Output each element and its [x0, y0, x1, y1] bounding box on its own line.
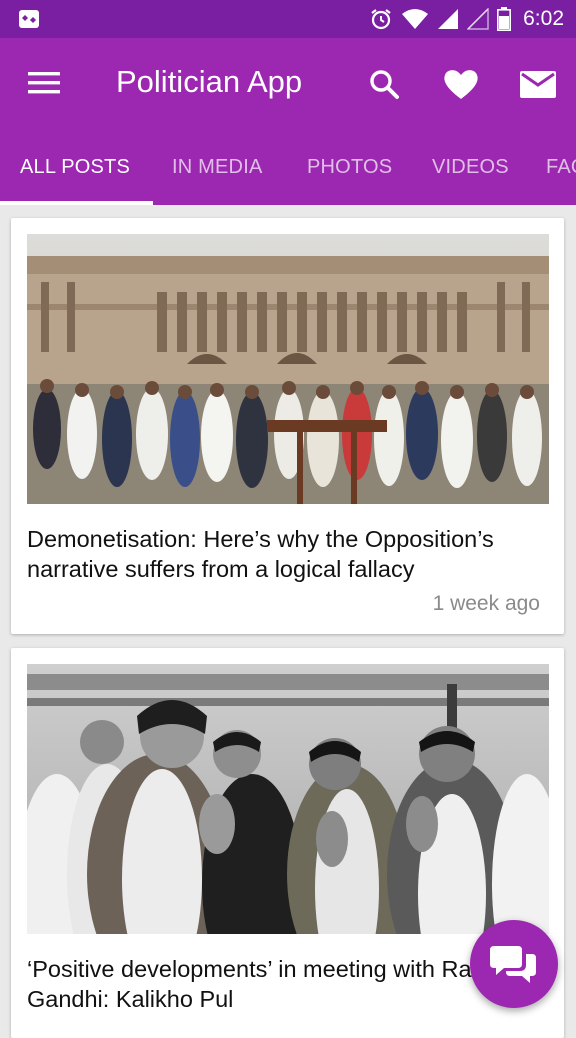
notification-app-icon	[19, 10, 39, 28]
chat-fab[interactable]	[470, 920, 558, 1008]
tab-videos[interactable]: VIDEOS	[432, 156, 509, 179]
tab-bar: ALL POSTS IN MEDIA PHOTOS VIDEOS FAQ	[0, 128, 576, 205]
tab-in-media[interactable]: IN MEDIA	[172, 156, 263, 179]
signal-empty-icon	[467, 8, 489, 30]
post-time: 1 week ago	[432, 592, 540, 615]
tab-faq[interactable]: FAQ	[546, 156, 576, 179]
app-title: Politician App	[116, 64, 303, 99]
tab-all-posts[interactable]: ALL POSTS	[20, 156, 130, 179]
post-image[interactable]	[27, 234, 549, 504]
status-bar: 6:02	[0, 0, 576, 38]
tab-photos[interactable]: PHOTOS	[307, 156, 392, 179]
wifi-icon	[402, 9, 429, 29]
mail-icon[interactable]	[518, 64, 558, 104]
heart-icon[interactable]	[441, 64, 481, 104]
post-image[interactable]	[27, 664, 549, 934]
search-icon[interactable]	[364, 64, 404, 104]
alarm-icon	[371, 9, 391, 30]
chat-icon	[490, 946, 536, 983]
menu-icon[interactable]	[28, 70, 62, 96]
status-time: 6:02	[523, 7, 564, 30]
post-headline[interactable]: ‘Positive developments’ in meeting with …	[27, 954, 547, 1014]
app-bar: Politician App	[0, 38, 576, 128]
post-card[interactable]: Demonetisation: Here’s why the Oppositio…	[11, 218, 564, 634]
signal-icon	[438, 9, 459, 29]
battery-icon	[497, 7, 512, 31]
tab-indicator	[0, 201, 153, 205]
post-headline[interactable]: Demonetisation: Here’s why the Oppositio…	[27, 524, 547, 584]
